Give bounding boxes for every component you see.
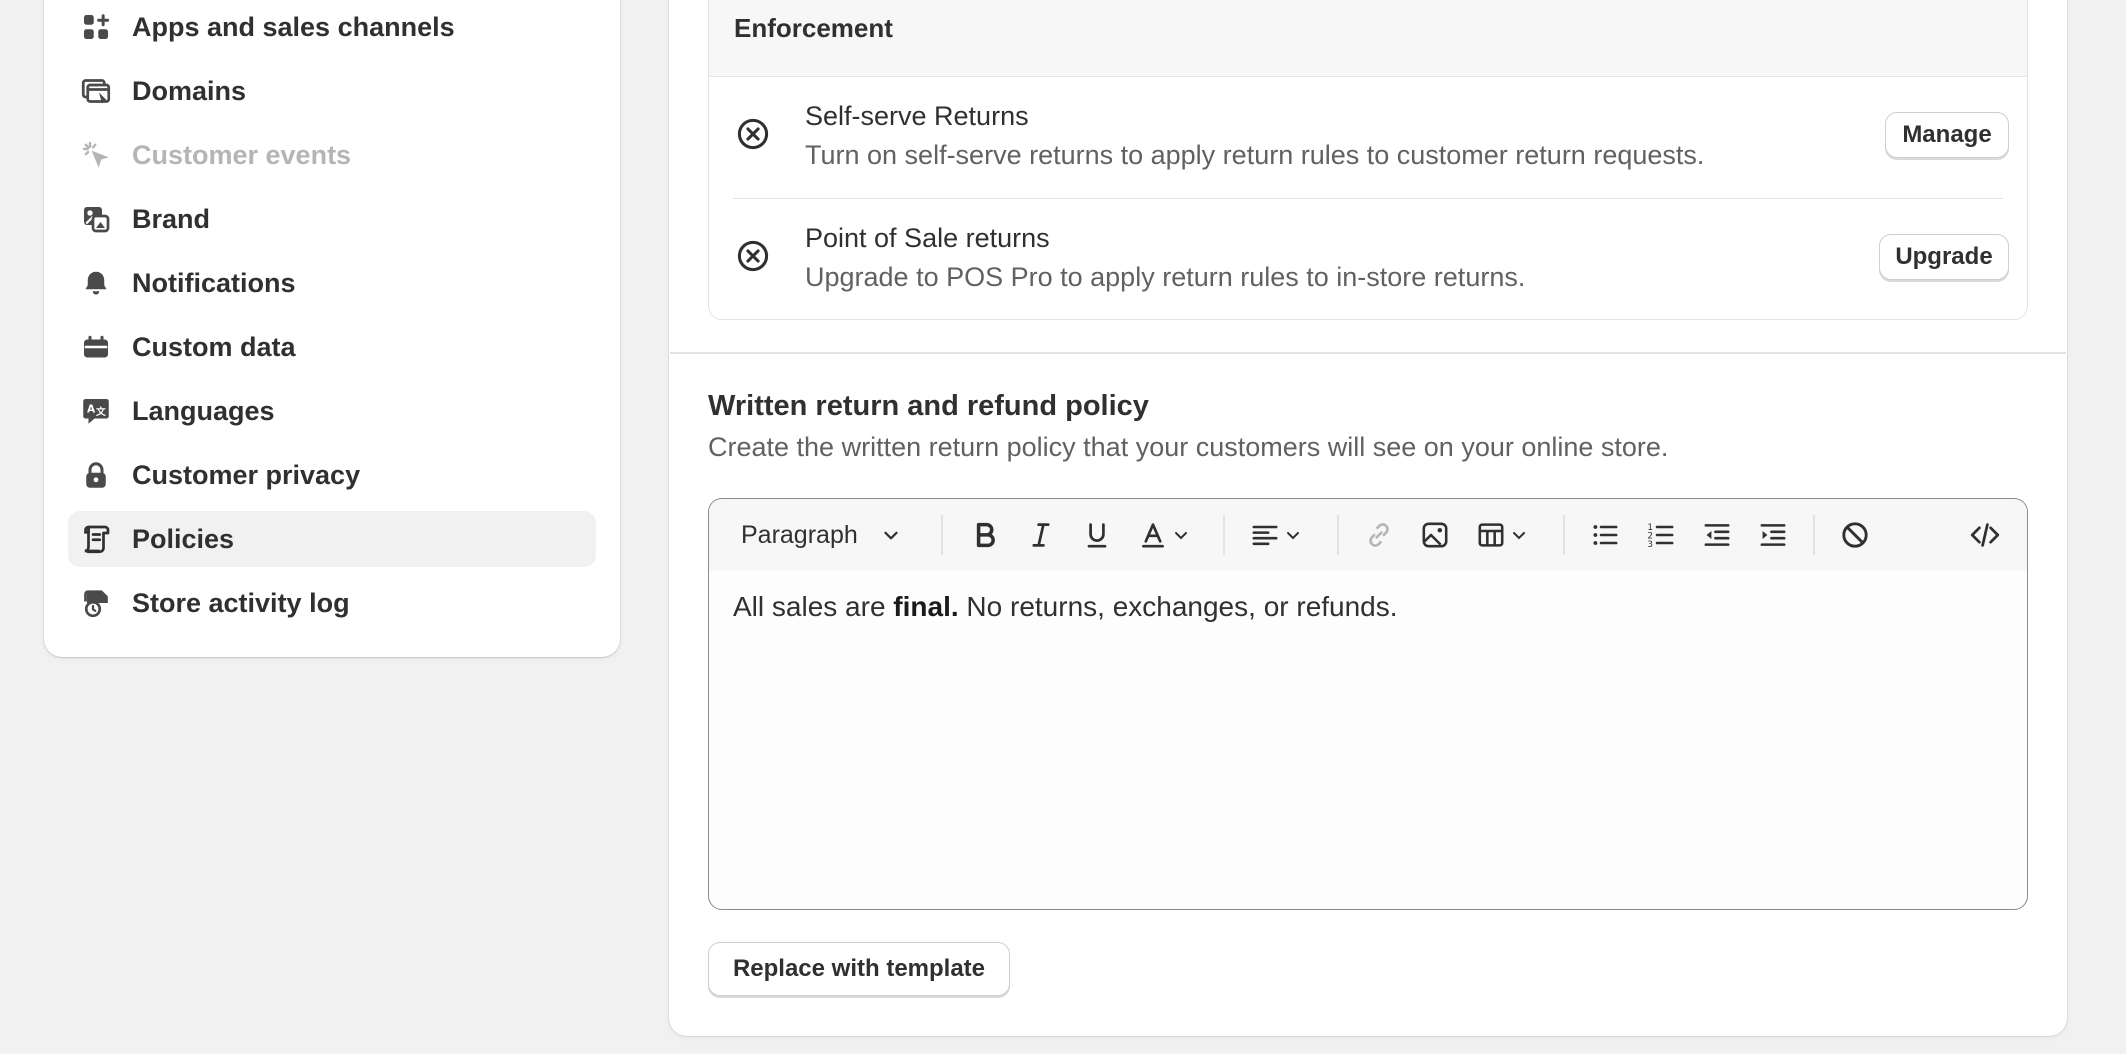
bullet-list-icon[interactable] — [1589, 517, 1621, 553]
text-color-icon[interactable] — [1137, 517, 1191, 553]
section-divider — [670, 352, 2066, 354]
cursor-click-icon — [80, 139, 112, 171]
bell-icon — [80, 267, 112, 299]
policy-section-description: Create the written return policy that yo… — [708, 432, 1669, 462]
sidebar-item-customer-events[interactable]: Customer events — [68, 127, 596, 183]
chevron-down-icon — [884, 531, 898, 540]
policy-section-title: Written return and refund policy — [708, 390, 1149, 422]
block-format-label: Paragraph — [741, 520, 858, 549]
align-icon[interactable] — [1249, 517, 1303, 553]
circle-x-icon — [737, 240, 769, 272]
sidebar-item-label: Notifications — [132, 267, 296, 298]
numbered-list-icon[interactable]: 123 — [1645, 517, 1677, 553]
activity-log-icon — [80, 587, 112, 619]
sidebar-item-label: Brand — [132, 203, 211, 234]
enforcement-row-pos: Point of Sale returns Upgrade to POS Pro… — [733, 198, 2009, 319]
sidebar-item-label: Customer events — [132, 139, 352, 170]
circle-x-icon — [737, 118, 769, 150]
image-icon[interactable] — [1419, 517, 1451, 553]
enforcement-card: Enforcement Self-serve Returns Turn on s… — [708, 0, 2028, 320]
lock-icon — [80, 459, 112, 491]
content-bold-text: final. — [893, 591, 959, 622]
toolbar-separator — [1337, 515, 1339, 555]
sidebar-item-customer-privacy[interactable]: Customer privacy — [68, 447, 596, 503]
policy-rich-text-editor: Paragraph 1 2 3 All sales are final. No … — [708, 498, 2028, 910]
enforcement-title: Point of Sale returns — [805, 223, 1050, 253]
brand-icon — [80, 203, 112, 235]
sidebar-item-brand[interactable]: Brand — [68, 191, 596, 247]
sidebar-item-label: Policies — [132, 523, 235, 554]
replace-with-template-button[interactable]: Replace with template — [708, 942, 1010, 996]
chevron-down-icon — [1513, 532, 1525, 540]
upgrade-button[interactable]: Upgrade — [1879, 234, 2009, 280]
sidebar-item-languages[interactable]: A文 Languages — [68, 383, 596, 439]
enforcement-description: Upgrade to POS Pro to apply return rules… — [805, 262, 1526, 292]
sidebar-item-custom-data[interactable]: Custom data — [68, 319, 596, 375]
italic-icon[interactable] — [1025, 517, 1057, 553]
svg-text:3: 3 — [1647, 540, 1653, 550]
sidebar-item-label: Languages — [132, 395, 275, 426]
enforcement-header: Enforcement — [709, 0, 2027, 77]
enforcement-description: Turn on self-serve returns to apply retu… — [805, 140, 1705, 170]
domains-icon — [80, 75, 112, 107]
sidebar-item-apps[interactable]: Apps and sales channels — [68, 0, 596, 55]
sidebar-item-label: Store activity log — [132, 587, 350, 618]
block-format-select[interactable]: Paragraph — [741, 517, 902, 553]
code-icon[interactable] — [1969, 517, 2001, 553]
chevron-down-icon — [1175, 532, 1187, 540]
table-icon[interactable] — [1475, 517, 1529, 553]
clear-format-icon[interactable] — [1839, 517, 1871, 553]
enforcement-title: Self-serve Returns — [805, 101, 1029, 131]
underline-icon[interactable] — [1081, 517, 1113, 553]
toolbar-separator — [1563, 515, 1565, 555]
settings-sidebar: Apps and sales channels Domains Customer… — [44, 0, 620, 657]
language-icon: A文 — [80, 395, 112, 427]
editor-content[interactable]: All sales are final. No returns, exchang… — [709, 571, 2027, 643]
editor-toolbar: Paragraph 1 2 3 — [709, 499, 2027, 571]
enforcement-row-self-serve: Self-serve Returns Turn on self-serve re… — [733, 77, 2009, 198]
toolbar-separator — [941, 515, 943, 555]
sidebar-item-label: Apps and sales channels — [132, 11, 455, 42]
sidebar-item-store-activity-log[interactable]: Store activity log — [68, 575, 596, 631]
svg-text:A: A — [87, 404, 96, 416]
sidebar-item-domains[interactable]: Domains — [68, 63, 596, 119]
policies-icon — [80, 523, 112, 555]
sidebar-item-notifications[interactable]: Notifications — [68, 255, 596, 311]
sidebar-item-label: Customer privacy — [132, 459, 361, 490]
chevron-down-icon — [1287, 532, 1299, 540]
manage-button[interactable]: Manage — [1885, 112, 2009, 158]
toolbar-separator — [1813, 515, 1815, 555]
bold-icon[interactable] — [969, 517, 1001, 553]
indent-icon[interactable] — [1757, 517, 1789, 553]
apps-icon — [80, 11, 112, 43]
sidebar-item-label: Domains — [132, 75, 247, 106]
sidebar-item-label: Custom data — [132, 331, 296, 362]
toolbar-separator — [1223, 515, 1225, 555]
settings-nav: Apps and sales channels Domains Customer… — [44, 0, 620, 631]
sidebar-item-policies[interactable]: Policies — [68, 511, 596, 567]
outdent-icon[interactable] — [1701, 517, 1733, 553]
link-icon[interactable] — [1363, 517, 1395, 553]
content-text: No returns, exchanges, or refunds. — [958, 591, 1398, 622]
svg-text:文: 文 — [96, 405, 106, 418]
custom-data-icon — [80, 331, 112, 363]
content-text: All sales are — [733, 591, 894, 622]
